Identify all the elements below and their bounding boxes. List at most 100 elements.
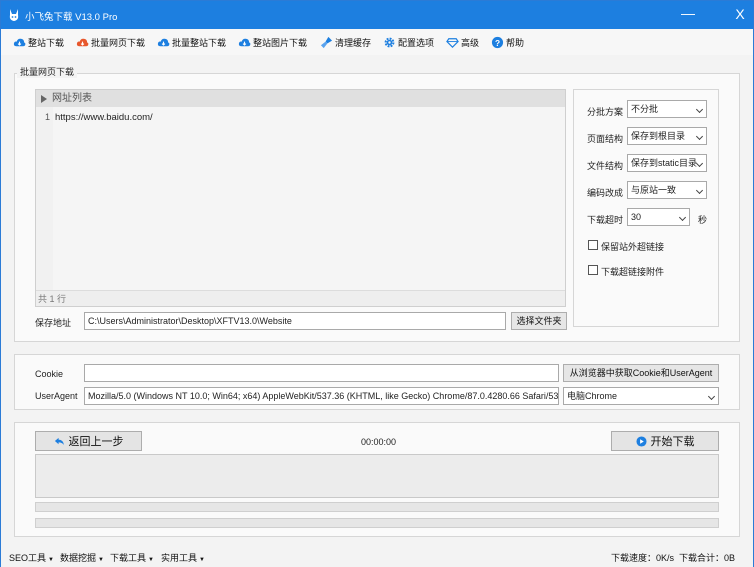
page-structure-select[interactable]: 保存到根目录 [627,127,707,145]
play-icon [635,435,647,447]
close-button[interactable]: X [729,5,751,25]
useragent-label: UserAgent [35,391,78,401]
download-tools-menu[interactable]: 下载工具 ▼ [110,551,154,564]
window-title: 小飞兔下载 V13.0 Pro [25,12,118,23]
url-list-header[interactable]: 网址列表 [36,90,565,107]
dropdown-arrow-icon: ▼ [48,557,54,563]
url-list-title: 网址列表 [52,93,92,104]
menu-label: SEO工具 [9,553,47,563]
file-structure-select[interactable]: 保存到static目录 [627,154,707,172]
chevron-down-icon [695,132,704,141]
toolbar-config[interactable]: 配置选项 [383,34,434,50]
download-link-attachments-label: 下载超链接附件 [601,267,665,277]
start-download-button[interactable]: 开始下载 [611,431,719,451]
app-window: 小飞兔下载 V13.0 Pro — X 整站下载 批量网页下载 批量整站下载 整… [0,0,754,567]
cookie-label: Cookie [35,369,64,379]
data-mining-menu[interactable]: 数据挖掘 ▼ [60,551,104,564]
chevron-down-icon [695,159,704,168]
progress-bar-overall [35,502,719,512]
line-number-gutter: 1 [36,107,53,290]
batch-download-group-label: 批量网页下载 [17,65,78,78]
timeout-select[interactable]: 30 [627,208,690,226]
timeout-label: 下载超时 [587,215,624,225]
menu-label: 数据挖掘 [60,553,97,563]
select-value: 30 [631,212,642,222]
save-path-label: 保存地址 [35,318,72,328]
cloud-download-icon [238,38,251,46]
dropdown-arrow-icon: ▼ [148,557,154,563]
dropdown-arrow-icon: ▼ [98,557,104,563]
toolbar-help[interactable]: ? 帮助 [491,34,524,50]
toolbar-label: 帮助 [506,37,525,48]
help-icon: ? [491,36,504,48]
clean-icon [320,36,333,48]
dropdown-arrow-icon: ▼ [199,557,205,563]
toolbar-label: 整站图片下载 [253,37,308,48]
cookie-input[interactable] [84,364,559,382]
status-bar: SEO工具 ▼ 数据挖掘 ▼ 下载工具 ▼ 实用工具 ▼ 下载速度：0K/s 下载合计：… [1,546,753,567]
useragent-input[interactable]: Mozilla/5.0 (Windows NT 10.0; Win64; x64… [84,387,559,405]
toolbar-advanced[interactable]: 高级 [446,34,479,50]
select-value: 与原站一致 [631,185,677,195]
cloud-download-icon [157,38,170,46]
toolbar-clear-cache[interactable]: 清理缓存 [320,34,371,50]
page-structure-label: 页面结构 [587,134,624,144]
back-button[interactable]: 返回上一步 [35,431,142,451]
back-arrow-icon [54,437,64,445]
menu-label: 实用工具 [161,553,198,563]
collapse-triangle-icon [41,95,47,103]
toolbar-batch-page-download[interactable]: 批量网页下载 [76,34,145,50]
gear-icon [384,37,395,47]
start-download-label: 开始下载 [650,436,695,448]
file-structure-label: 文件结构 [587,161,624,171]
utility-tools-menu[interactable]: 实用工具 ▼ [161,551,205,564]
toolbar-label: 整站下载 [28,37,65,48]
progress-bar-current [35,518,719,528]
menu-label: 下载工具 [110,553,147,563]
cloud-download-icon [76,38,89,46]
toolbar-label: 批量网页下载 [91,37,146,48]
get-cookie-button[interactable]: 从浏览器中获取Cookie和UserAgent [563,364,719,382]
url-list-editor[interactable]: 网址列表 1 https://www.baidu.com/ 共 1 行 [35,89,566,307]
url-text-area[interactable]: https://www.baidu.com/ [53,107,565,290]
keep-external-links-checkbox[interactable] [588,240,598,250]
toolbar-site-image-download[interactable]: 整站图片下载 [238,34,307,50]
choose-folder-button[interactable]: 选择文件夹 [511,312,567,330]
title-bar: 小飞兔下载 V13.0 Pro — X [1,1,753,29]
download-total: 下载合计：0B [679,553,736,563]
elapsed-timer: 00:00:00 [361,437,397,447]
diamond-icon [446,37,459,48]
encoding-label: 编码改成 [587,188,624,198]
svg-text:?: ? [495,37,500,47]
download-link-attachments-checkbox[interactable] [588,265,598,275]
timeout-unit: 秒 [698,215,708,225]
select-value: 保存到根目录 [631,131,686,141]
line-number: 1 [44,112,50,122]
toolbar-label: 批量整站下载 [172,37,227,48]
toolbar-site-download[interactable]: 整站下载 [13,34,64,50]
chevron-down-icon [695,105,704,114]
chevron-down-icon [707,392,716,401]
encoding-select[interactable]: 与原站一致 [627,181,707,199]
seo-tools-menu[interactable]: SEO工具 ▼ [9,551,54,564]
toolbar: 整站下载 批量网页下载 批量整站下载 整站图片下载 清理缓存 配置选项 高级 ? [1,29,753,55]
log-output-box [35,454,719,498]
toolbar-label: 清理缓存 [335,37,372,48]
select-value: 保存到static目录 [631,158,698,168]
chevron-down-icon [695,186,704,195]
batch-scheme-select[interactable]: 不分批 [627,100,707,118]
toolbar-label: 配置选项 [398,37,435,48]
select-value: 电脑Chrome [567,391,618,401]
cloud-download-icon [13,38,26,46]
select-value: 不分批 [631,104,659,114]
url-line: https://www.baidu.com/ [55,112,153,123]
rabbit-logo-icon [9,9,19,21]
useragent-preset-select[interactable]: 电脑Chrome [563,387,719,405]
toolbar-batch-site-download[interactable]: 批量整站下载 [157,34,226,50]
line-count: 共 1 行 [36,290,565,306]
batch-scheme-label: 分批方案 [587,107,624,117]
chevron-down-icon [678,213,687,222]
minimize-button[interactable]: — [677,5,699,25]
save-path-input[interactable]: C:\Users\Administrator\Desktop\XFTV13.0\… [84,312,506,330]
back-button-label: 返回上一步 [68,436,124,448]
